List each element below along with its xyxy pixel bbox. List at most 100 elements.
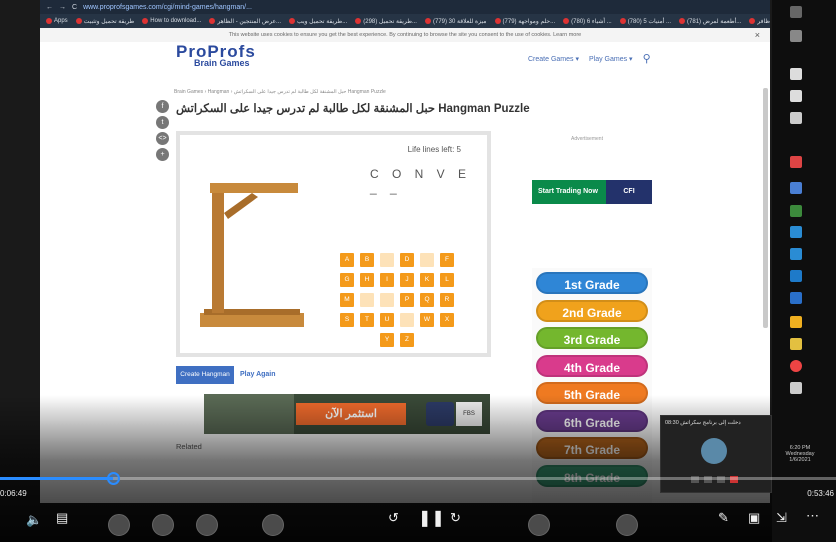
app-icon[interactable] [790, 205, 802, 217]
letter-key[interactable]: A [340, 253, 354, 267]
participant-avatar[interactable] [152, 514, 174, 536]
forward-30-icon[interactable]: ↻ [450, 510, 461, 526]
bookmark-item[interactable]: طريقة تحميل وتثبيت [75, 18, 134, 25]
letter-key[interactable]: P [400, 293, 414, 307]
grade-link[interactable]: 4th Grade [536, 354, 648, 377]
search-icon[interactable] [790, 6, 802, 18]
grade-link[interactable]: 8th Grade [536, 464, 648, 487]
bookmark-item[interactable]: How to download... [142, 18, 201, 24]
letter-key[interactable]: Z [400, 333, 414, 347]
letter-key[interactable]: R [440, 293, 454, 307]
letter-key[interactable]: J [400, 273, 414, 287]
page-scrollbar[interactable] [763, 88, 768, 328]
pause-icon[interactable]: ❚❚ [418, 508, 445, 528]
plus-icon[interactable]: + [156, 148, 169, 161]
letter-key[interactable]: S [340, 313, 354, 327]
chrome-icon[interactable] [790, 360, 802, 372]
grade-link[interactable]: 7th Grade [536, 437, 648, 459]
grade-link[interactable]: 6th Grade [536, 409, 648, 432]
reload-icon[interactable]: C [72, 4, 77, 11]
volume-icon[interactable]: 🔈 [26, 512, 42, 528]
home-icon[interactable] [790, 30, 802, 42]
letter-key[interactable] [380, 293, 394, 307]
play-again-link[interactable]: Play Again [240, 371, 276, 378]
more-icon[interactable]: ⋯ [806, 508, 819, 524]
bookmark-item[interactable]: (781) أطعمة لمرض... [679, 18, 741, 25]
grade-link[interactable]: 3rd Grade [536, 327, 648, 349]
settings-icon[interactable] [790, 68, 802, 80]
bookmark-item[interactable]: (780) 5 أمنيات ... [619, 18, 671, 25]
participant-avatar[interactable] [196, 514, 218, 536]
bag-icon[interactable] [790, 112, 802, 124]
letter-key[interactable]: G [340, 273, 354, 287]
progress-knob[interactable] [106, 472, 120, 485]
letter-key[interactable]: M [340, 293, 354, 307]
mail-icon[interactable] [790, 270, 802, 282]
exit-fullscreen-icon[interactable]: ⇲ [776, 510, 787, 526]
back-icon[interactable]: ← [46, 4, 53, 11]
window-icon[interactable] [790, 90, 802, 102]
browser-address-bar[interactable]: ← → C www.proprofsgames.com/cgi/mind-gam… [40, 0, 770, 14]
letter-key[interactable]: B [360, 253, 374, 267]
letter-key[interactable]: Y [380, 333, 394, 347]
pen-icon[interactable]: ✎ [718, 510, 729, 526]
letter-key[interactable] [380, 253, 394, 267]
bookmark-item[interactable]: (779) حلم ومواجهة... [494, 18, 555, 25]
letter-key[interactable]: L [440, 273, 454, 287]
video-progress-bar[interactable] [0, 472, 836, 485]
close-icon[interactable]: × [755, 28, 760, 42]
search-icon[interactable]: ⚲ [643, 52, 651, 65]
twitter-icon[interactable]: t [156, 116, 169, 129]
bookmark-item[interactable]: طريقة تحميل ويب... [289, 18, 347, 25]
letter-key[interactable]: Q [420, 293, 434, 307]
app-icon[interactable] [790, 382, 802, 394]
letter-key[interactable]: W [420, 313, 434, 327]
letter-key[interactable]: U [380, 313, 394, 327]
nav-create-games[interactable]: Create Games ▾ [528, 55, 579, 63]
letter-key[interactable]: K [420, 273, 434, 287]
letter-key[interactable]: T [360, 313, 374, 327]
participant-avatar[interactable] [616, 514, 638, 536]
participant-avatar[interactable] [528, 514, 550, 536]
bookmark-item[interactable]: عرض المنتجين - الظاهر... [209, 18, 281, 25]
participant-avatar[interactable] [262, 514, 284, 536]
bookmark-item[interactable]: تزيين الأظافر... [749, 18, 770, 25]
edge-icon[interactable] [790, 226, 802, 238]
forward-icon[interactable]: → [59, 4, 66, 11]
grade-link[interactable]: 5th Grade [536, 382, 648, 404]
app-icon[interactable] [790, 156, 802, 168]
meeting-mini-window[interactable]: دخلت إلى برنامج سكراتش 08:30 [660, 415, 772, 493]
letter-key[interactable]: D [400, 253, 414, 267]
letter-key[interactable] [420, 253, 434, 267]
create-hangman-button[interactable]: Create Hangman [176, 366, 234, 384]
grade-link[interactable]: 1st Grade [536, 272, 648, 294]
grade-link[interactable]: 2nd Grade [536, 299, 648, 322]
app-icon[interactable] [790, 248, 802, 260]
participant-avatar[interactable] [108, 514, 130, 536]
app-icon[interactable] [790, 182, 802, 194]
bookmark-item[interactable]: (779) 30 ميزة للعلاقة [424, 18, 487, 25]
nav-play-games[interactable]: Play Games ▾ [589, 55, 633, 63]
app-icon[interactable] [790, 338, 802, 350]
embed-icon[interactable]: <> [156, 132, 169, 145]
rewind-10-icon[interactable]: ↺ [388, 510, 399, 526]
folder-icon[interactable] [790, 316, 802, 328]
trading-ad[interactable]: Start Trading Now CFI [532, 180, 652, 204]
bookmark-item[interactable]: Apps [46, 18, 68, 24]
url-text[interactable]: www.proprofsgames.com/cgi/mind-games/han… [83, 4, 252, 11]
captions-icon[interactable]: ▤ [56, 510, 68, 526]
letter-key[interactable] [360, 293, 374, 307]
ad-cta-button[interactable]: استثمر الآن [296, 403, 406, 425]
app-icon[interactable] [790, 292, 802, 304]
letter-key[interactable]: X [440, 313, 454, 327]
letter-key[interactable] [400, 313, 414, 327]
letter-key[interactable]: I [380, 273, 394, 287]
site-logo[interactable]: ProProfs Brain Games [176, 42, 266, 70]
breadcrumb[interactable]: Brain Games › Hangman › حبل المشنقة لكل … [174, 89, 386, 95]
letter-key[interactable]: F [440, 253, 454, 267]
pip-icon[interactable]: ▣ [748, 510, 760, 526]
bookmark-item[interactable]: (298) طريقة تحميل... [355, 18, 417, 25]
bookmark-item[interactable]: (780) 6 أشياء ... [563, 18, 612, 25]
ad-banner[interactable]: استثمر الآن FBS [204, 394, 490, 434]
letter-key[interactable]: H [360, 273, 374, 287]
